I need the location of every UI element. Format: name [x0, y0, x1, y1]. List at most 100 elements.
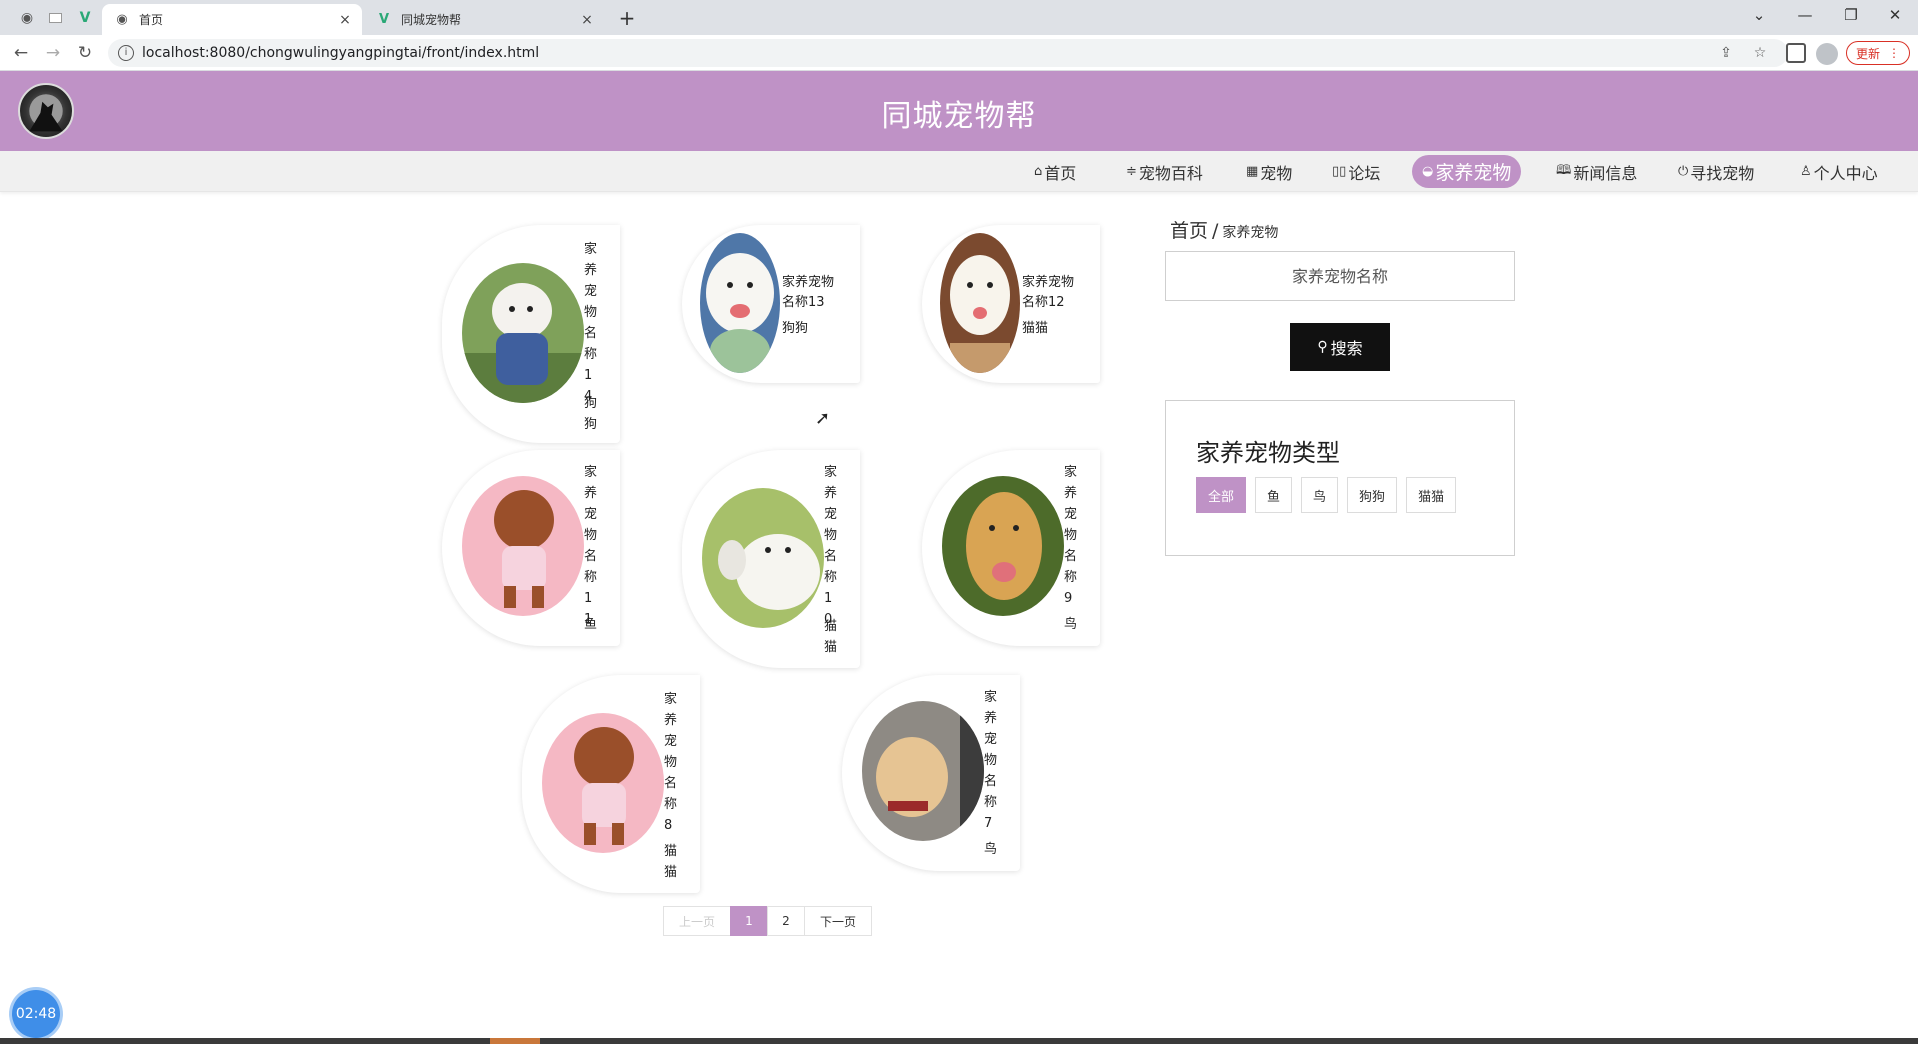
- pet-type: 鱼: [584, 617, 598, 632]
- breadcrumb-current: 家养宠物: [1222, 225, 1279, 241]
- site-info-icon[interactable]: i: [118, 45, 134, 61]
- pet-type: 鸟: [984, 842, 998, 857]
- type-tag-cat[interactable]: 猫猫: [1406, 477, 1457, 513]
- page-button-2[interactable]: 2: [767, 906, 805, 936]
- back-icon[interactable]: ←: [8, 40, 34, 66]
- book-icon: 🕮: [1556, 162, 1572, 178]
- pet-type: 鸟: [1064, 617, 1078, 632]
- type-tag-dog[interactable]: 狗狗: [1347, 477, 1398, 513]
- pinned-tab-vue[interactable]: V: [70, 0, 100, 35]
- pet-card[interactable]: 家养宠物名称12 猫猫: [922, 225, 1100, 383]
- pet-card[interactable]: 家养宠物名称9 鸟: [922, 450, 1100, 646]
- nav-item-home-pets[interactable]: ◒ 家养宠物: [1412, 155, 1522, 188]
- nav-item-find-pet[interactable]: ⏻ 寻找宠物: [1668, 155, 1764, 188]
- minimize-icon[interactable]: —: [1782, 0, 1828, 30]
- main-nav: ⌂ 首页 ≑ 宠物百科 ▦ 宠物 ▯▯ 论坛 ◒ 家养宠物 🕮 新闻信息 ⏻ 寻…: [0, 151, 1918, 192]
- close-window-icon[interactable]: ✕: [1872, 0, 1918, 30]
- nav-item-user-center[interactable]: ♙ 个人中心: [1790, 155, 1888, 188]
- tab-title: 首页: [139, 13, 164, 27]
- update-label: 更新: [1855, 46, 1880, 61]
- power-icon: ⏻: [1678, 164, 1689, 179]
- vue-logo-icon: V: [79, 9, 91, 26]
- url-text: localhost:8080/chongwulingyangpingtai/fr…: [142, 45, 540, 61]
- nav-item-forum[interactable]: ▯▯ 论坛: [1322, 155, 1390, 188]
- nav-item-pets[interactable]: ▦ 宠物: [1236, 155, 1302, 188]
- restore-icon[interactable]: ❐: [1828, 0, 1874, 30]
- close-icon[interactable]: ×: [578, 11, 596, 29]
- floating-clock-widget[interactable]: 02:48: [12, 990, 60, 1038]
- brown-poodle-photo: [462, 476, 584, 616]
- pet-name: 家养宠物名称7: [984, 690, 998, 831]
- nav-item-pet-encyclopedia[interactable]: ≑ 宠物百科: [1116, 155, 1213, 188]
- pet-name: 家养宠物名称12: [1022, 275, 1075, 310]
- tab-title: 同城宠物帮: [401, 13, 462, 27]
- type-tag-fish[interactable]: 鱼: [1255, 477, 1293, 513]
- page-button-1[interactable]: 1: [730, 906, 768, 936]
- pet-photo[interactable]: [462, 476, 584, 616]
- breadcrumb: 首页 / 家养宠物: [1170, 216, 1278, 243]
- pagination: 上一页 1 2 下一页: [663, 906, 872, 936]
- type-tag-all[interactable]: 全部: [1196, 477, 1247, 513]
- pet-name: 家养宠物名称14: [584, 242, 598, 404]
- pinned-tab-blank[interactable]: [40, 0, 70, 35]
- breadcrumb-separator: /: [1212, 220, 1219, 242]
- nav-label: 首页: [1044, 163, 1077, 183]
- nav-label: 宠物百科: [1138, 163, 1203, 183]
- samoyeds-on-grass-photo: [702, 488, 824, 628]
- profile-avatar-icon[interactable]: [1816, 43, 1838, 65]
- breadcrumb-home[interactable]: 首页: [1170, 220, 1208, 242]
- nav-item-news[interactable]: 🕮 新闻信息: [1546, 155, 1647, 188]
- reload-icon[interactable]: ↻: [72, 40, 98, 66]
- type-tag-bird[interactable]: 鸟: [1301, 477, 1339, 513]
- share-icon[interactable]: ⇪: [1716, 43, 1736, 63]
- prev-page-button[interactable]: 上一页: [663, 906, 731, 936]
- pet-photo[interactable]: [462, 263, 584, 403]
- site-header: 同城宠物帮: [0, 71, 1918, 151]
- search-button[interactable]: ⚲ 搜索: [1290, 323, 1390, 371]
- pet-type-filter: 家养宠物类型 全部 鱼 鸟 狗狗 猫猫: [1165, 400, 1515, 556]
- pet-photo[interactable]: [700, 233, 780, 373]
- pinned-tab-globe[interactable]: ◉: [12, 0, 42, 35]
- taskbar-strip: [0, 1038, 1918, 1044]
- close-icon[interactable]: ×: [336, 11, 354, 29]
- samoyed-photo: [700, 233, 780, 373]
- pet-photo[interactable]: [862, 701, 984, 841]
- pet-photo[interactable]: [942, 476, 1064, 616]
- forward-icon[interactable]: →: [40, 40, 66, 66]
- pet-card[interactable]: 家养宠物名称8 猫猫: [522, 675, 700, 893]
- tab-site[interactable]: V 同城宠物帮 ×: [364, 4, 604, 35]
- pet-name: 家养宠物名称8: [664, 692, 678, 833]
- mouse-cursor-icon: ➚: [815, 408, 831, 429]
- pet-card[interactable]: 家养宠物名称13 狗狗: [682, 225, 860, 383]
- samoyed-puppy-photo: [940, 233, 1020, 373]
- search-input[interactable]: [1165, 251, 1515, 301]
- nav-label: 论坛: [1348, 163, 1381, 183]
- pet-card[interactable]: 家养宠物名称11 鱼: [442, 450, 620, 646]
- type-tags: 全部 鱼 鸟 狗狗 猫猫: [1196, 477, 1457, 513]
- next-page-button[interactable]: 下一页: [804, 906, 872, 936]
- nav-label: 新闻信息: [1573, 163, 1638, 183]
- pet-card[interactable]: 家养宠物名称7 鸟: [842, 675, 1020, 871]
- update-button[interactable]: 更新 ⋮: [1846, 41, 1910, 65]
- side-panel-icon[interactable]: [1786, 43, 1806, 63]
- globe-icon: ◉: [20, 9, 34, 26]
- pet-type: 猫猫: [1022, 321, 1049, 336]
- browser-tab-strip: ◉ V ◉ 首页 × V 同城宠物帮 × + ⌄ — ❐ ✕: [0, 0, 1918, 35]
- pet-card[interactable]: 家养宠物名称14 狗狗: [442, 225, 620, 443]
- tab-home[interactable]: ◉ 首页 ×: [102, 4, 362, 35]
- pet-card[interactable]: 家养宠物名称10 猫猫: [682, 450, 860, 668]
- blank-page-icon: [48, 12, 62, 23]
- pet-photo[interactable]: [542, 713, 664, 853]
- stack-icon: ◒: [1422, 164, 1434, 179]
- tab-search-icon[interactable]: ⌄: [1736, 0, 1782, 30]
- search-icon: ⚲: [1317, 339, 1328, 355]
- new-tab-button[interactable]: +: [614, 5, 640, 31]
- taskbar-highlight: [490, 1038, 540, 1044]
- pet-photo[interactable]: [702, 488, 824, 628]
- nav-label: 寻找宠物: [1690, 163, 1755, 183]
- home-icon: ⌂: [1034, 164, 1043, 179]
- bookmark-star-icon[interactable]: ☆: [1750, 43, 1770, 63]
- pet-photo[interactable]: [940, 233, 1020, 373]
- url-field[interactable]: i localhost:8080/chongwulingyangpingtai/…: [108, 39, 1788, 67]
- nav-item-home[interactable]: ⌂ 首页: [1024, 155, 1086, 188]
